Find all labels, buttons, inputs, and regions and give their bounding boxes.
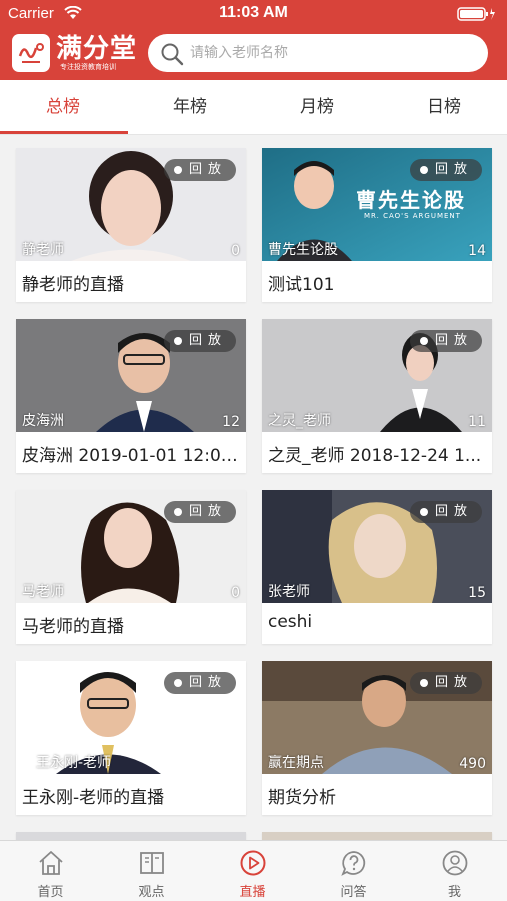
bottom-tab-bar: 首页 观点 直播 问答 我 bbox=[0, 840, 507, 901]
card-thumbnail[interactable]: 回放 马老师 0 bbox=[16, 490, 246, 603]
live-card[interactable]: 回放 皮海洲 12 皮海洲 2019-01-01 12:00... bbox=[16, 319, 246, 473]
card-title: 测试101 bbox=[268, 275, 335, 295]
card-thumbnail[interactable] bbox=[16, 832, 246, 840]
replay-badge: 回放 bbox=[164, 159, 236, 181]
live-card[interactable]: 曹先生论股 MR. CAO'S ARGUMENT 回放 曹先生论股 14 测试1… bbox=[262, 148, 492, 302]
question-icon bbox=[341, 851, 366, 876]
tab-overall[interactable]: 总榜 bbox=[0, 80, 126, 134]
replay-dot-icon bbox=[420, 337, 428, 345]
replay-dot-icon bbox=[420, 166, 428, 174]
card-title: 之灵_老师 2018-12-24 1... bbox=[268, 446, 482, 466]
replay-badge: 回放 bbox=[410, 501, 482, 523]
tabbar-item-home[interactable]: 首页 bbox=[0, 841, 101, 901]
card-thumbnail[interactable]: 回放 静老师 0 bbox=[16, 148, 246, 261]
teacher-name: 赢在期点 bbox=[268, 755, 324, 771]
replay-dot-icon bbox=[174, 508, 182, 516]
user-icon bbox=[442, 850, 468, 876]
view-count: 490 bbox=[459, 756, 486, 772]
clock: 11:03 AM bbox=[219, 4, 288, 21]
tabbar-item-me[interactable]: 我 bbox=[404, 841, 505, 901]
logo-badge bbox=[12, 34, 50, 72]
tab-yearly[interactable]: 年榜 bbox=[127, 80, 253, 134]
view-count: 14 bbox=[468, 243, 486, 259]
live-card[interactable] bbox=[262, 832, 492, 840]
card-thumbnail[interactable]: 回放 王永刚-老师 bbox=[16, 661, 246, 774]
live-card[interactable]: 回放 之灵_老师 11 之灵_老师 2018-12-24 1... bbox=[262, 319, 492, 473]
logo-subtitle: 专注投资教育培训 bbox=[60, 63, 116, 71]
book-icon bbox=[140, 852, 164, 874]
card-thumbnail[interactable]: 曹先生论股 MR. CAO'S ARGUMENT 回放 曹先生论股 14 bbox=[262, 148, 492, 261]
app-header: 满分堂 专注投资教育培训 bbox=[0, 28, 507, 80]
replay-badge: 回放 bbox=[164, 672, 236, 694]
banner-title: 曹先生论股 bbox=[356, 188, 466, 212]
teacher-name: 之灵_老师 bbox=[268, 413, 331, 429]
logo-title: 满分堂 bbox=[56, 34, 138, 64]
live-card[interactable]: 回放 静老师 0 静老师的直播 bbox=[16, 148, 246, 302]
live-card[interactable] bbox=[16, 832, 246, 840]
teacher-name: 静老师 bbox=[22, 242, 64, 258]
search-input[interactable] bbox=[190, 34, 470, 72]
play-circle-icon bbox=[240, 850, 266, 876]
live-card[interactable]: 回放 张老师 15 ceshi bbox=[262, 490, 492, 644]
search-box[interactable] bbox=[148, 34, 488, 72]
replay-badge: 回放 bbox=[410, 330, 482, 352]
replay-dot-icon bbox=[174, 166, 182, 174]
card-title: 王永刚-老师的直播 bbox=[22, 788, 165, 808]
banner-subtitle: MR. CAO'S ARGUMENT bbox=[364, 212, 461, 220]
tab-monthly[interactable]: 月榜 bbox=[254, 80, 380, 134]
card-thumbnail[interactable]: 回放 皮海洲 12 bbox=[16, 319, 246, 432]
teacher-name: 张老师 bbox=[268, 584, 310, 600]
replay-dot-icon bbox=[420, 508, 428, 516]
teacher-name: 皮海洲 bbox=[22, 413, 64, 429]
tabbar-item-viewpoints[interactable]: 观点 bbox=[101, 841, 202, 901]
tab-daily[interactable]: 日榜 bbox=[381, 80, 507, 134]
card-title: 期货分析 bbox=[268, 788, 336, 808]
replay-dot-icon bbox=[174, 337, 182, 345]
teacher-name: 王永刚-老师 bbox=[36, 755, 112, 771]
tabbar-label: 问答 bbox=[340, 885, 367, 900]
logo-mark-icon bbox=[18, 43, 44, 63]
card-title: 马老师的直播 bbox=[22, 617, 124, 637]
app-logo: 满分堂 专注投资教育培训 bbox=[12, 34, 142, 74]
replay-badge: 回放 bbox=[410, 159, 482, 181]
card-title: ceshi bbox=[268, 612, 313, 632]
replay-badge: 回放 bbox=[410, 672, 482, 694]
card-title: 皮海洲 2019-01-01 12:00... bbox=[22, 446, 242, 466]
status-bar: Carrier 11:03 AM bbox=[0, 0, 507, 28]
ranking-tabs: 总榜 年榜 月榜 日榜 bbox=[0, 80, 507, 135]
card-thumbnail[interactable]: 回放 之灵_老师 11 bbox=[262, 319, 492, 432]
card-thumbnail[interactable]: 回放 赢在期点 490 bbox=[262, 661, 492, 774]
live-card[interactable]: 回放 赢在期点 490 期货分析 bbox=[262, 661, 492, 815]
tabbar-label: 观点 bbox=[138, 885, 165, 900]
home-icon bbox=[39, 851, 63, 875]
replay-badge: 回放 bbox=[164, 501, 236, 523]
tabbar-label: 我 bbox=[447, 885, 461, 900]
card-thumbnail[interactable]: 回放 张老师 15 bbox=[262, 490, 492, 603]
replay-badge: 回放 bbox=[164, 330, 236, 352]
live-card[interactable]: 回放 马老师 0 马老师的直播 bbox=[16, 490, 246, 644]
teacher-name: 马老师 bbox=[22, 584, 64, 600]
view-count: 0 bbox=[231, 585, 240, 601]
tabbar-item-live[interactable]: 直播 bbox=[202, 841, 303, 901]
live-grid: 回放 静老师 0 静老师的直播 曹先生论股 MR. CAO'S ARGUMENT… bbox=[0, 135, 507, 840]
view-count: 11 bbox=[468, 414, 486, 430]
card-title: 静老师的直播 bbox=[22, 275, 124, 295]
card-thumbnail[interactable] bbox=[262, 832, 492, 840]
replay-dot-icon bbox=[174, 679, 182, 687]
tabbar-item-qa[interactable]: 问答 bbox=[303, 841, 404, 901]
live-card[interactable]: 回放 王永刚-老师 王永刚-老师的直播 bbox=[16, 661, 246, 815]
battery-icon bbox=[457, 7, 495, 21]
tabbar-label: 直播 bbox=[239, 885, 266, 900]
view-count: 0 bbox=[231, 243, 240, 259]
search-icon bbox=[161, 43, 184, 66]
tabbar-label: 首页 bbox=[37, 885, 64, 900]
active-tab-indicator bbox=[0, 131, 128, 134]
view-count: 12 bbox=[222, 414, 240, 430]
view-count: 15 bbox=[468, 585, 486, 601]
teacher-name: 曹先生论股 bbox=[268, 242, 338, 258]
replay-dot-icon bbox=[420, 679, 428, 687]
